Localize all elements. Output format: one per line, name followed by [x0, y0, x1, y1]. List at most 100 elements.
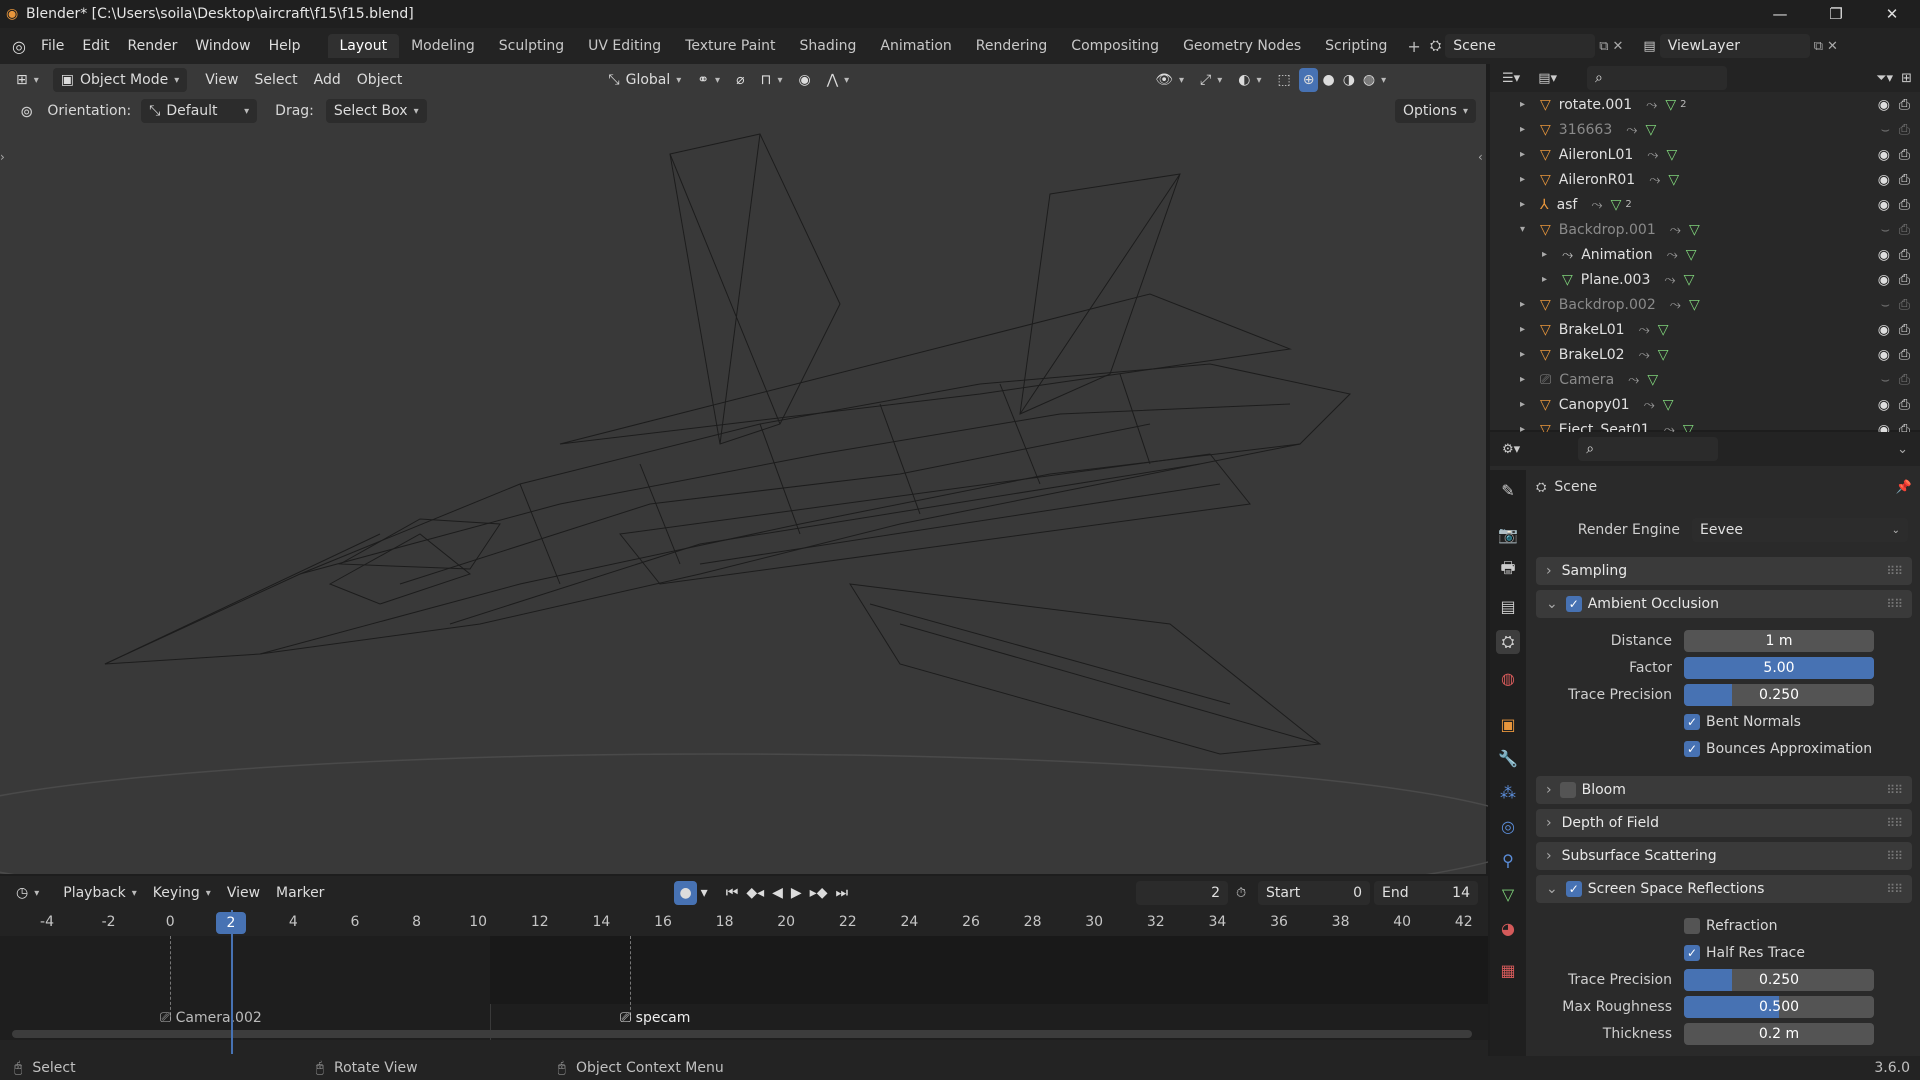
render-tab-icon[interactable]: 📷	[1496, 522, 1520, 546]
properties-editor-type-icon[interactable]: ⚙▾	[1502, 442, 1520, 457]
object-tab-icon[interactable]: ▣	[1496, 712, 1520, 736]
render-engine-dropdown[interactable]: Eevee ⌄	[1692, 518, 1908, 542]
snap-target-icon[interactable]: ⊓ ▾	[753, 68, 791, 92]
xray-icon[interactable]: ⬚	[1270, 68, 1299, 92]
blender-menu-icon[interactable]: ◎	[12, 37, 26, 56]
overlay-icon[interactable]: ◐ ▾	[1230, 68, 1269, 92]
timeline-body[interactable]: ⎚ Camera.002 ⎚ specam	[0, 936, 1488, 1040]
outliner-editor-type-icon[interactable]: ☰▾	[1502, 71, 1520, 86]
properties-search-field[interactable]: ⌕	[1578, 437, 1719, 461]
eye-icon[interactable]: ⌣	[1881, 222, 1890, 238]
drag-handle-icon[interactable]: ⠿⠿	[1886, 882, 1903, 896]
viewlayer-selector-icon[interactable]: ▤	[1643, 39, 1655, 54]
outliner-row[interactable]: ▸ ▽ Plane.003 ⤳ ▽ ◉ ⎙	[1490, 267, 1920, 292]
preview-range-icon[interactable]: ⏱	[1236, 886, 1246, 901]
pivot-point-icon[interactable]: ⚭ ▾	[689, 68, 728, 92]
expand-arrow-icon[interactable]: ▸	[1520, 99, 1534, 110]
bloom-enable-checkbox[interactable]	[1559, 782, 1576, 798]
tab-animation[interactable]: Animation	[868, 34, 963, 58]
render-camera-icon[interactable]: ⎙	[1899, 247, 1910, 263]
menu-select[interactable]: Select	[246, 68, 305, 92]
eye-icon[interactable]: ⌣	[1881, 297, 1890, 313]
tab-sculpting[interactable]: Sculpting	[487, 34, 576, 58]
tab-scripting[interactable]: Scripting	[1313, 34, 1399, 58]
world-tab-icon[interactable]: ◍	[1496, 666, 1520, 690]
editor-type-icon[interactable]: ⊞ ▾	[8, 68, 47, 92]
play-reverse-icon[interactable]: ◀	[768, 881, 787, 905]
gizmo-icon[interactable]: ⤢ ▾	[1192, 68, 1230, 92]
tab-uv-editing[interactable]: UV Editing	[576, 34, 673, 58]
render-camera-icon[interactable]: ⎙	[1899, 397, 1910, 413]
render-camera-icon[interactable]: ⎙	[1899, 322, 1910, 338]
wireframe-shading-icon[interactable]: ⊕	[1298, 68, 1319, 92]
eye-icon[interactable]: ◉	[1878, 147, 1890, 163]
expand-arrow-icon[interactable]: ▸	[1520, 374, 1534, 385]
expand-arrow-icon[interactable]: ▸	[1520, 299, 1534, 310]
outliner-row[interactable]: ▸ ▽ BrakeL01 ⤳ ▽ ◉ ⎙	[1490, 317, 1920, 342]
menu-timeline-view[interactable]: View	[219, 881, 268, 905]
expand-arrow-icon[interactable]: ▸	[1520, 174, 1534, 185]
drag-handle-icon[interactable]: ⠿⠿	[1886, 783, 1903, 797]
drag-handle-icon[interactable]: ⠿⠿	[1886, 816, 1903, 830]
panel-subsurface-scattering[interactable]: › Subsurface Scattering ⠿⠿	[1536, 842, 1912, 870]
mode-selector[interactable]: ▣ Object Mode ▾	[52, 68, 188, 92]
render-camera-icon[interactable]: ⎙	[1899, 297, 1910, 313]
half-res-checkbox[interactable]: ✓	[1684, 945, 1700, 961]
add-workspace-icon[interactable]: +	[1399, 37, 1428, 56]
ssr-trace-slider[interactable]: 0.250	[1684, 969, 1874, 991]
proportional-edit-icon[interactable]: ◉	[790, 68, 818, 92]
maximize-button[interactable]: ❐	[1808, 0, 1864, 28]
playhead-frame-badge[interactable]: 2	[216, 912, 246, 934]
active-tool-icon[interactable]: ⊚	[20, 102, 33, 121]
outliner-row[interactable]: ▸ ⤳ Animation ⤳ ▽ ◉ ⎙	[1490, 242, 1920, 267]
end-frame-field[interactable]: End 14	[1374, 881, 1478, 905]
render-camera-icon[interactable]: ⎙	[1899, 197, 1910, 213]
timeline-editor-type-icon[interactable]: ◷ ▾	[8, 881, 47, 905]
texture-tab-icon[interactable]: ▦	[1496, 958, 1520, 982]
filter-icon[interactable]: ⏷▾	[1876, 71, 1893, 86]
solid-shading-icon[interactable]: ●	[1318, 68, 1338, 92]
ssr-enable-checkbox[interactable]: ✓	[1565, 881, 1582, 897]
panel-bloom[interactable]: › Bloom ⠿⠿	[1536, 776, 1912, 804]
expand-arrow-icon[interactable]: ▸	[1520, 124, 1534, 135]
pin-icon[interactable]: 📌	[1896, 480, 1912, 495]
menu-playback[interactable]: Playback ▾	[55, 881, 145, 905]
expand-arrow-icon[interactable]: ▸	[1520, 324, 1534, 335]
keying-set-icon[interactable]: ▾	[697, 881, 712, 905]
auto-keying-icon[interactable]: ●	[674, 881, 697, 905]
close-button[interactable]: ✕	[1864, 0, 1920, 28]
drag-handle-icon[interactable]: ⠿⠿	[1886, 849, 1903, 863]
render-camera-icon[interactable]: ⎙	[1899, 347, 1910, 363]
menu-marker[interactable]: Marker	[268, 881, 332, 905]
minimize-button[interactable]: —	[1752, 0, 1808, 28]
prev-keyframe-icon[interactable]: ◆◂	[742, 881, 768, 905]
expand-arrow-icon[interactable]: ▾	[1520, 224, 1534, 235]
menu-render[interactable]: Render	[119, 38, 187, 54]
ao-distance-field[interactable]: 1 m	[1684, 630, 1874, 652]
options-dropdown[interactable]: Options ▾	[1394, 99, 1476, 123]
outliner-row[interactable]: ▸ ▽ 316663 ⤳ ▽ ⌣ ⎙	[1490, 117, 1920, 142]
3d-viewport[interactable]	[0, 64, 1488, 874]
snap-icon[interactable]: ⌀	[728, 68, 752, 92]
eye-icon[interactable]: ◉	[1878, 347, 1890, 363]
ao-enable-checkbox[interactable]: ✓	[1565, 596, 1582, 612]
sidebar-expand-icon[interactable]: ‹	[1478, 150, 1483, 164]
play-icon[interactable]: ▶	[787, 881, 806, 905]
menu-add[interactable]: Add	[306, 68, 349, 92]
menu-object[interactable]: Object	[349, 68, 411, 92]
expand-arrow-icon[interactable]: ▸	[1520, 149, 1534, 160]
rendered-shading-icon[interactable]: ◍ ▾	[1359, 68, 1390, 92]
ssr-thickness-field[interactable]: 0.2 m	[1684, 1023, 1874, 1045]
outliner-row[interactable]: ▸ ⅄ asf ⤳ ▽ 2 ◉ ⎙	[1490, 192, 1920, 217]
eye-icon[interactable]: ◉	[1878, 172, 1890, 188]
scene-tab-icon[interactable]: ⛭	[1496, 630, 1520, 654]
display-mode-icon[interactable]: ▤▾	[1538, 71, 1557, 86]
delete-scene-icon[interactable]: ✕	[1613, 39, 1624, 54]
current-frame-field[interactable]: 2	[1136, 881, 1228, 905]
panel-screen-space-reflections[interactable]: ⌄ ✓ Screen Space Reflections ⠿⠿	[1536, 875, 1912, 903]
expand-arrow-icon[interactable]: ▸	[1542, 274, 1556, 285]
bent-normals-checkbox[interactable]: ✓	[1684, 714, 1700, 730]
eye-icon[interactable]: ⌣	[1881, 372, 1890, 388]
tab-shading[interactable]: Shading	[788, 34, 869, 58]
material-tab-icon[interactable]: ◕	[1496, 916, 1520, 940]
